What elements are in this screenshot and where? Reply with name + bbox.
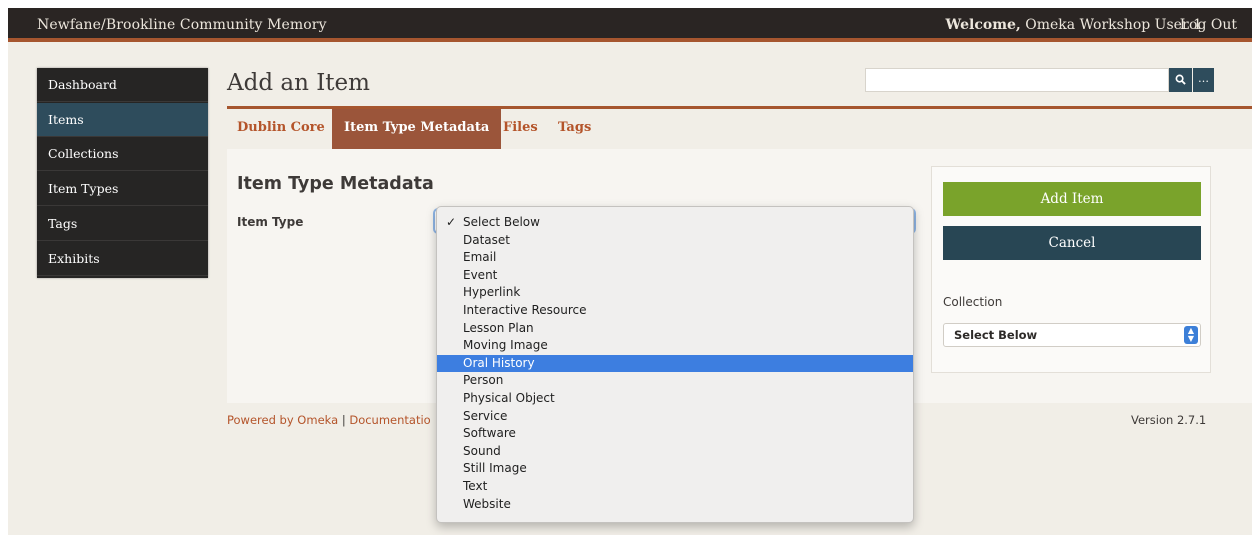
dropdown-option[interactable]: ✓ Select Below [437, 214, 913, 232]
dropdown-option-label: Select Below [463, 215, 540, 229]
dropdown-option[interactable]: Lesson Plan [437, 320, 913, 338]
welcome-text: Welcome, Omeka Workshop User 1 [946, 17, 1202, 33]
dropdown-option-highlighted[interactable]: Oral History [437, 354, 913, 373]
dropdown-option[interactable]: Interactive Resource [437, 302, 913, 320]
footer-separator: | [341, 413, 346, 427]
site-title[interactable]: Newfane/Brookline Community Memory [37, 17, 327, 33]
tab-bar: Dublin Core Item Type Metadata Files Tag… [227, 109, 1252, 149]
search-icon [1175, 74, 1186, 85]
powered-by-link[interactable]: Powered by Omeka [227, 413, 338, 427]
footer-links: Powered by Omeka | Documentatio [227, 413, 431, 427]
dropdown-option[interactable]: Hyperlink [437, 284, 913, 302]
collection-select[interactable]: Select Below ▲ ▼ [943, 323, 1201, 347]
section-heading: Item Type Metadata [237, 174, 434, 194]
tab-item-type-metadata[interactable]: Item Type Metadata [332, 109, 502, 149]
checkmark-icon: ✓ [446, 215, 457, 229]
item-type-label: Item Type [237, 215, 304, 229]
dropdown-option[interactable]: Dataset [437, 232, 913, 250]
tab-tags[interactable]: Tags [558, 109, 591, 149]
advanced-search-button[interactable]: … [1193, 68, 1214, 92]
sidebar-nav: Dashboard Items Collections Item Types T… [37, 68, 208, 278]
dropdown-option[interactable]: Person [437, 372, 913, 390]
top-bar: Newfane/Brookline Community Memory Welco… [8, 8, 1252, 42]
welcome-label: Welcome, [945, 17, 1021, 33]
dropdown-option[interactable]: Moving Image [437, 337, 913, 355]
collection-label: Collection [943, 295, 1003, 309]
sidebar-item-tags[interactable]: Tags [37, 207, 208, 241]
dropdown-option[interactable]: Still Image [437, 460, 913, 478]
collection-select-value: Select Below [954, 328, 1038, 342]
sidebar-item-exhibits[interactable]: Exhibits [37, 242, 208, 276]
dropdown-option[interactable]: Software [437, 425, 913, 443]
user-name-link[interactable]: Omeka Workshop User 1 [1025, 17, 1202, 33]
tab-dublin-core[interactable]: Dublin Core [237, 109, 325, 149]
cancel-button[interactable]: Cancel [943, 226, 1201, 260]
item-type-dropdown-list: ✓ Select Below Dataset Email Event Hyper… [436, 206, 914, 523]
more-options-icon: … [1198, 72, 1209, 85]
sidebar-item-dashboard[interactable]: Dashboard [37, 68, 208, 102]
page-title: Add an Item [227, 70, 370, 96]
dropdown-option[interactable]: Physical Object [437, 390, 913, 408]
documentation-link[interactable]: Documentatio [349, 413, 430, 427]
search-input[interactable] [865, 68, 1169, 92]
dropdown-option[interactable]: Event [437, 267, 913, 285]
add-item-button[interactable]: Add Item [943, 182, 1201, 216]
dropdown-option[interactable]: Service [437, 408, 913, 426]
sidebar-item-collections[interactable]: Collections [37, 137, 208, 171]
sidebar-item-item-types[interactable]: Item Types [37, 172, 208, 206]
dropdown-option[interactable]: Email [437, 249, 913, 267]
search-button[interactable] [1169, 68, 1192, 92]
select-arrows-icon: ▲ ▼ [1184, 326, 1198, 344]
dropdown-option[interactable]: Sound [437, 443, 913, 461]
logout-link[interactable]: Log Out [1180, 17, 1237, 33]
tab-files[interactable]: Files [503, 109, 538, 149]
sidebar-item-items[interactable]: Items [37, 103, 208, 137]
dropdown-option[interactable]: Text [437, 478, 913, 496]
dropdown-option[interactable]: Website [437, 496, 913, 514]
version-text: Version 2.7.1 [1131, 413, 1207, 427]
